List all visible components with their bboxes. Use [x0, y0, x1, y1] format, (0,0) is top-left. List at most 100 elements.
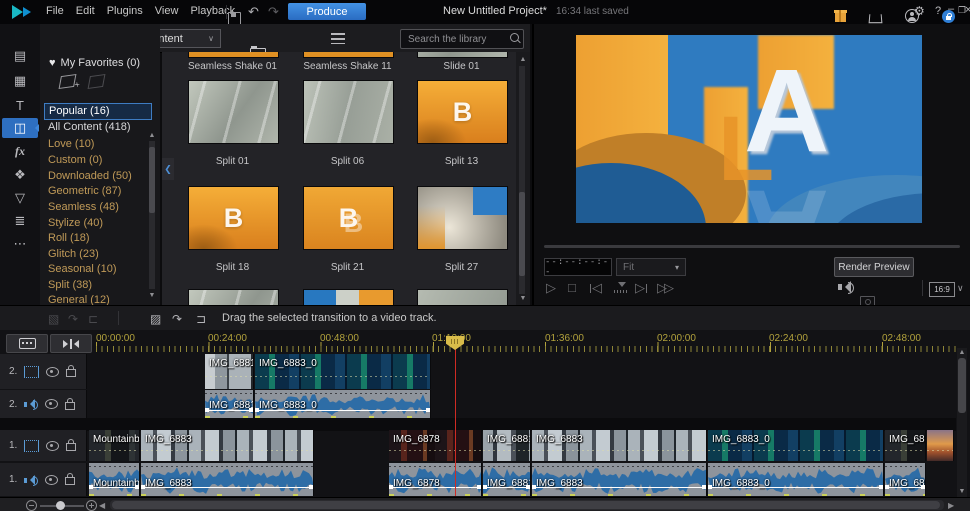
lock-track-icon[interactable] [65, 477, 75, 485]
transition-tile[interactable] [303, 80, 394, 144]
apply-transition-icon[interactable]: ↷ [172, 312, 182, 326]
track-manager-button[interactable] [6, 334, 48, 353]
volume-envelope-line[interactable] [255, 410, 430, 411]
fast-forward-button[interactable]: ▷▷ [657, 280, 671, 296]
volume-envelope-line[interactable] [708, 487, 883, 488]
volume-node[interactable] [477, 485, 481, 489]
store-gift-icon[interactable] [835, 13, 846, 22]
scroll-down-icon[interactable]: ▼ [958, 488, 966, 495]
eye-visibility-icon[interactable] [45, 399, 58, 409]
category-custom[interactable]: Custom (0) [48, 153, 152, 168]
volume-envelope-line[interactable] [141, 487, 313, 488]
timeline-clip[interactable]: IMG_6883_0 [708, 430, 884, 461]
fit-timeline-button[interactable] [50, 334, 92, 353]
timeline-clip[interactable]: IMG_6883_0 [255, 390, 431, 418]
effect-room-icon[interactable]: fx [2, 141, 38, 161]
scroll-right-icon[interactable]: ▶ [948, 501, 954, 510]
media-room-icon[interactable]: ▤ [2, 46, 38, 66]
category-geometric[interactable]: Geometric (87) [48, 184, 152, 199]
cart-icon[interactable] [869, 14, 883, 23]
next-frame-button[interactable]: ▷ [635, 280, 647, 296]
more-rooms-icon[interactable]: ⋯ [2, 234, 38, 254]
category-stylize[interactable]: Stylize (40) [48, 216, 152, 231]
volume-node[interactable] [389, 485, 393, 489]
volume-node[interactable] [89, 485, 93, 489]
timeline-clip[interactable]: IMG_6881 [205, 390, 254, 418]
seek-button[interactable] [614, 282, 627, 294]
category-roll[interactable]: Roll (18) [48, 231, 152, 246]
timeline-vscrollbar[interactable]: ▲ ▼ [957, 348, 967, 497]
scroll-up-icon[interactable]: ▲ [148, 132, 156, 139]
help-icon[interactable]: ? [935, 5, 941, 17]
save-icon[interactable] [228, 12, 241, 25]
volume-node[interactable] [708, 485, 712, 489]
lock-track-icon[interactable] [66, 369, 76, 377]
timeline-clip[interactable]: IMG_6881 [483, 463, 531, 496]
transition-tile-partial[interactable] [303, 52, 394, 58]
timeline-clip[interactable]: IMG_6886 [885, 430, 926, 461]
category-scrollbar[interactable] [149, 141, 155, 289]
menu-edit[interactable]: Edit [76, 5, 95, 17]
timeline-clip[interactable]: IMG_6883 [532, 463, 707, 496]
volume-node[interactable] [885, 485, 889, 489]
timeline-clip[interactable]: IMG_6883 [141, 463, 314, 496]
timeline-clip[interactable]: IMG_6883 [532, 430, 707, 461]
timeline-hscrollbar[interactable] [110, 500, 944, 510]
volume-envelope-line[interactable] [205, 410, 253, 411]
transition-tile-partial[interactable] [417, 52, 508, 58]
transition-tile[interactable]: B [417, 80, 508, 144]
category-downloaded[interactable]: Downloaded (50) [48, 169, 152, 184]
category-all[interactable]: All Content (418) [48, 120, 152, 135]
transition-tile[interactable] [417, 186, 508, 250]
volume-node[interactable] [921, 485, 925, 489]
scroll-up-icon[interactable]: ▲ [958, 349, 966, 356]
selected-transition-icon[interactable]: ▨ [150, 312, 161, 326]
scroll-left-icon[interactable]: ◀ [99, 501, 105, 510]
timeline-clip[interactable]: IMG_6886 [885, 463, 926, 496]
timeline-clip[interactable]: Mountainb [89, 463, 140, 496]
text-room-icon[interactable]: T [2, 95, 38, 115]
volume-node[interactable] [205, 408, 209, 412]
search-input[interactable] [406, 31, 505, 47]
aspect-ratio-badge[interactable]: 16:9 [929, 282, 955, 297]
add-tag-icon[interactable]: + [59, 74, 77, 89]
mixing-room-icon[interactable]: ≣ [2, 211, 38, 231]
volume-node[interactable] [309, 485, 313, 489]
volume-node[interactable] [526, 485, 530, 489]
chevron-down-icon[interactable]: ∨ [957, 283, 964, 294]
volume-node[interactable] [702, 485, 706, 489]
timeline-clip[interactable]: IMG_6883_0 [708, 463, 884, 496]
previous-frame-button[interactable]: ◁ [590, 280, 602, 296]
lock-track-icon[interactable] [65, 402, 75, 410]
volume-node[interactable] [426, 408, 430, 412]
timeline-clip[interactable]: IMG_6883_0 [255, 354, 431, 389]
title-room-icon[interactable]: ▦ [2, 71, 38, 91]
eye-visibility-icon[interactable] [46, 367, 59, 377]
volume-icon[interactable] [838, 281, 854, 293]
redo-icon[interactable]: ↷ [268, 4, 279, 20]
category-love[interactable]: Love (10) [48, 137, 152, 152]
category-seasonal[interactable]: Seasonal (10) [48, 262, 152, 277]
to-track-icon[interactable]: ⊐ [196, 312, 206, 326]
zoom-out-icon[interactable] [26, 500, 37, 511]
transition-tile-partial[interactable] [188, 52, 279, 58]
volume-node[interactable] [483, 485, 487, 489]
scroll-down-icon[interactable]: ▼ [519, 295, 527, 302]
transition-tile[interactable]: B [303, 186, 394, 250]
lock-track-icon[interactable] [66, 443, 76, 451]
settings-gear-icon[interactable]: ⚙ [914, 4, 925, 18]
undo-icon[interactable]: ↶ [248, 4, 259, 20]
volume-node[interactable] [879, 485, 883, 489]
category-popular[interactable]: Popular (16) [44, 103, 152, 120]
volume-envelope-line[interactable] [389, 487, 481, 488]
menu-plugins[interactable]: Plugins [107, 5, 143, 17]
menu-view[interactable]: View [155, 5, 179, 17]
timeline-clip[interactable]: IMG_6883 [141, 430, 314, 461]
category-glitch[interactable]: Glitch (23) [48, 247, 152, 262]
library-scrollbar[interactable] [519, 66, 525, 294]
transition-tile[interactable] [188, 80, 279, 144]
volume-node[interactable] [141, 485, 145, 489]
transition-tile[interactable] [188, 289, 279, 305]
volume-node[interactable] [255, 408, 259, 412]
volume-node[interactable] [135, 485, 139, 489]
